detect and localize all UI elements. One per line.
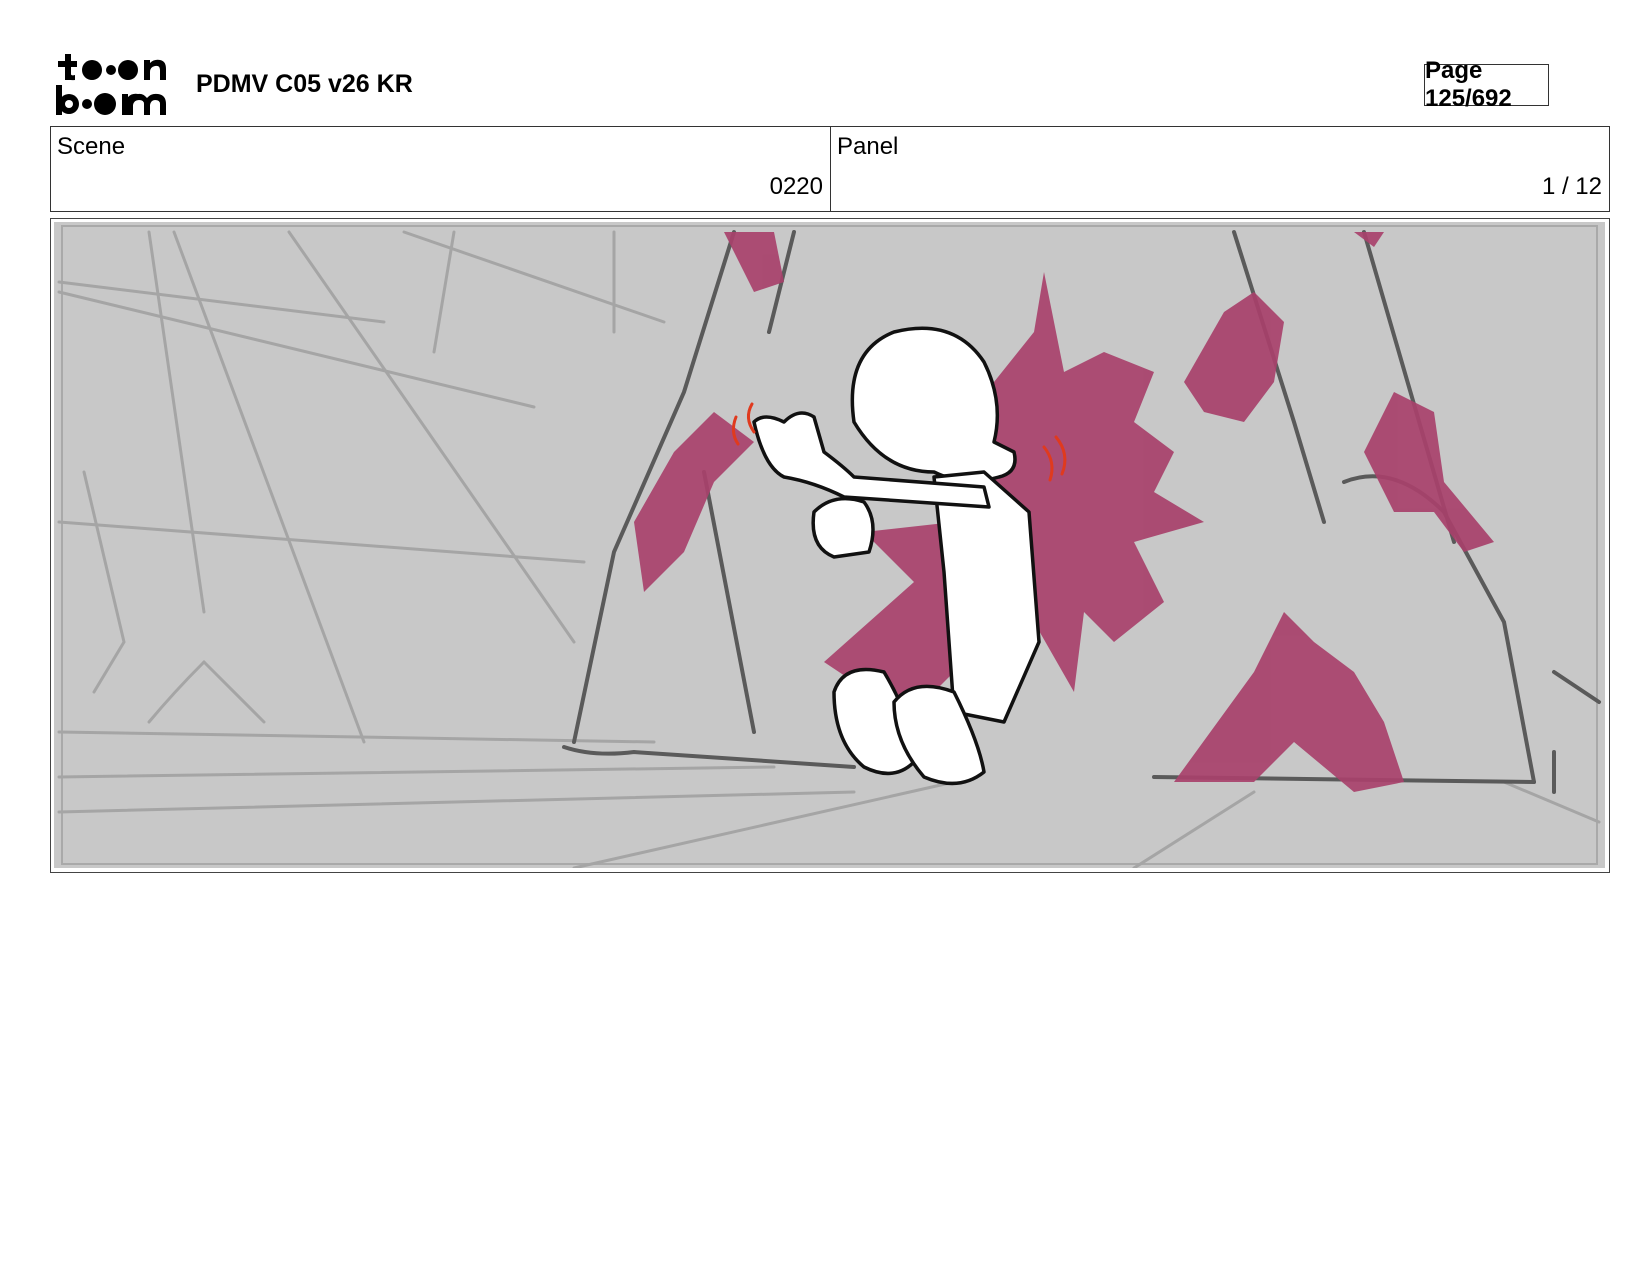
page-indicator: Page 125/692 <box>1424 57 1549 112</box>
storyboard-sketch <box>54 222 1605 868</box>
toon-boom-logo <box>56 54 166 115</box>
panel-number: 1 / 12 <box>1541 173 1602 200</box>
scene-label: Scene <box>57 133 126 160</box>
panel-cell: Panel 1 / 12 <box>831 127 1609 211</box>
storyboard-panel-frame <box>50 218 1610 873</box>
document-title: PDMV C05 v26 KR <box>196 70 413 98</box>
scene-number: 0220 <box>769 173 823 200</box>
scene-cell: Scene 0220 <box>51 127 831 211</box>
scene-panel-info-table: Scene 0220 Panel 1 / 12 <box>50 126 1610 212</box>
panel-label: Panel <box>837 133 899 160</box>
